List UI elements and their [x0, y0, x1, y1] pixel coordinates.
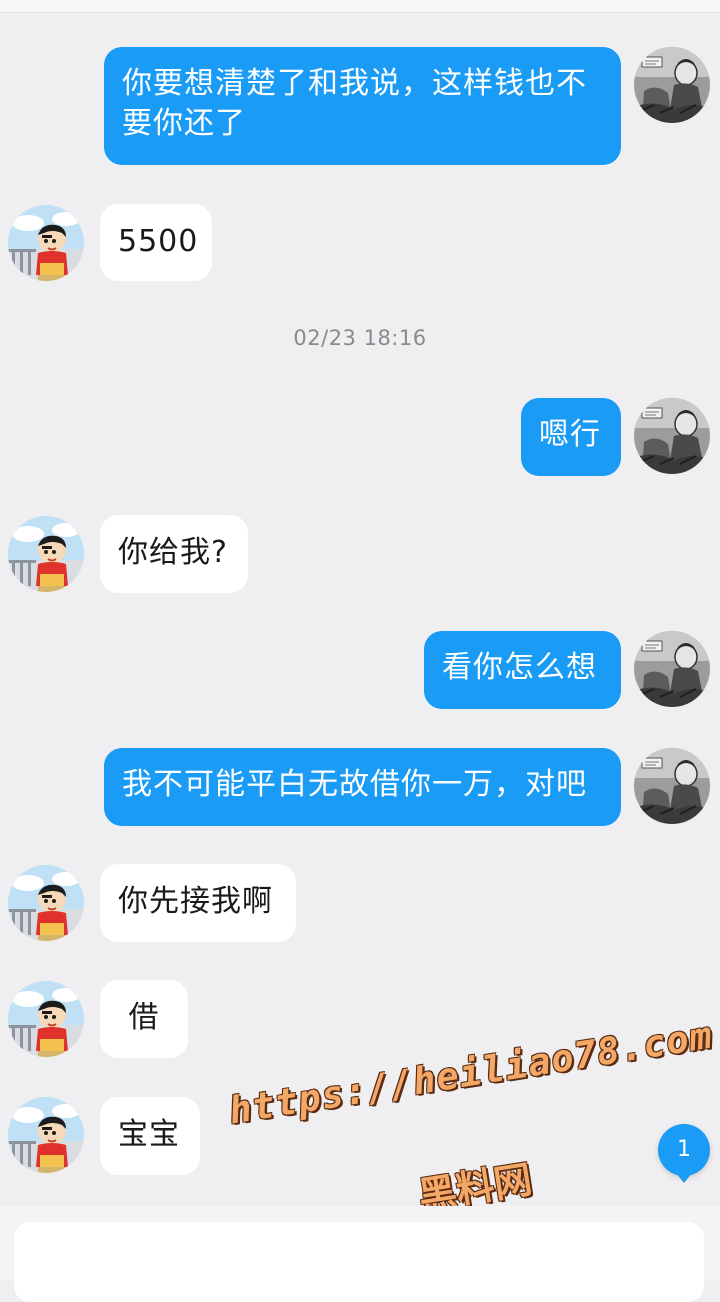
contact-avatar[interactable]	[8, 981, 84, 1057]
message-composer	[0, 1206, 720, 1302]
contact-avatar[interactable]	[8, 516, 84, 592]
self-avatar[interactable]	[634, 398, 710, 474]
crayon-boy-avatar-icon	[8, 865, 84, 941]
outgoing-message-bubble[interactable]: 嗯行	[521, 398, 621, 476]
contact-avatar[interactable]	[8, 865, 84, 941]
message-timestamp: 02/23 18:16	[293, 326, 427, 350]
incoming-message-bubble[interactable]: 你给我?	[100, 515, 248, 593]
unread-count-badge[interactable]: 1	[658, 1124, 710, 1183]
incoming-message-bubble[interactable]: 你先接我啊	[100, 864, 296, 942]
watermark-url: https://heiliao78.com	[226, 1013, 716, 1133]
message-input[interactable]	[14, 1222, 704, 1302]
manga-avatar-icon	[634, 631, 710, 707]
crayon-boy-avatar-icon	[8, 981, 84, 1057]
manga-avatar-icon	[634, 47, 710, 123]
self-avatar[interactable]	[634, 631, 710, 707]
crayon-boy-avatar-icon	[8, 205, 84, 281]
watermark-site-name: 黑料网	[415, 1157, 535, 1219]
manga-avatar-icon	[634, 748, 710, 824]
contact-avatar[interactable]	[8, 205, 84, 281]
top-bar-edge	[0, 0, 720, 13]
incoming-message-bubble[interactable]: 5500	[100, 204, 212, 281]
crayon-boy-avatar-icon	[8, 516, 84, 592]
self-avatar[interactable]	[634, 47, 710, 123]
outgoing-message-bubble[interactable]: 看你怎么想	[424, 631, 621, 709]
self-avatar[interactable]	[634, 748, 710, 824]
crayon-boy-avatar-icon	[8, 1097, 84, 1173]
incoming-message-bubble[interactable]: 宝宝	[100, 1097, 200, 1175]
outgoing-message-bubble[interactable]: 我不可能平白无故借你一万，对吧	[104, 748, 621, 826]
incoming-message-bubble[interactable]: 借	[100, 980, 188, 1058]
manga-avatar-icon	[634, 398, 710, 474]
outgoing-message-bubble[interactable]: 你要想清楚了和我说，这样钱也不要你还了	[104, 47, 621, 165]
contact-avatar[interactable]	[8, 1097, 84, 1173]
